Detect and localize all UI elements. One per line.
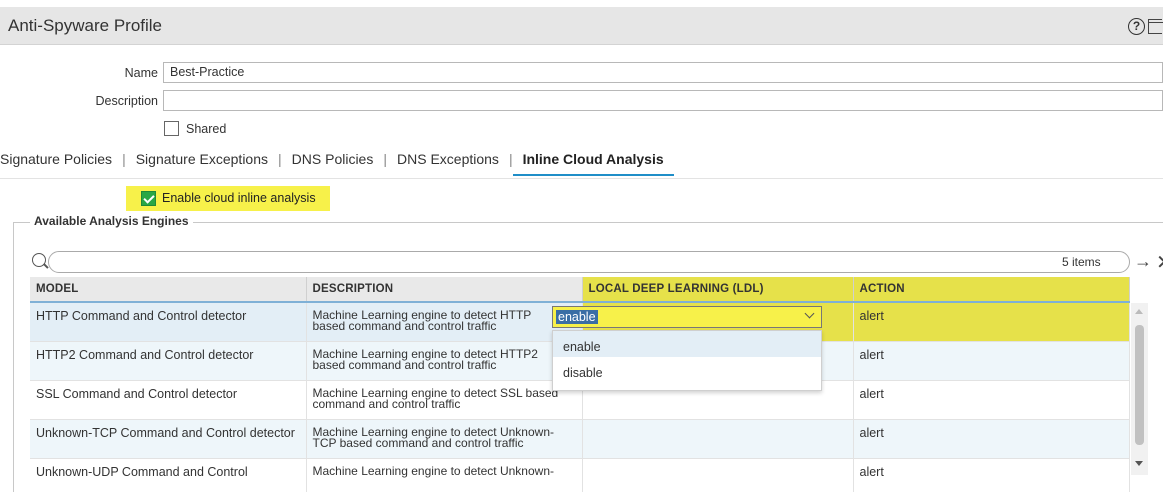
cell-model: HTTP2 Command and Control detector <box>30 341 307 381</box>
chevron-down-icon[interactable] <box>804 308 815 319</box>
col-header-model[interactable]: MODEL <box>30 277 307 302</box>
tab-signature-exceptions[interactable]: Signature Exceptions <box>126 150 278 176</box>
tab-dns-exceptions[interactable]: DNS Exceptions <box>387 150 509 176</box>
cell-model: SSL Command and Control detector <box>30 380 307 420</box>
desc-line: Machine Learning engine to detect Unknow… <box>312 463 555 478</box>
desc-line: command and control traffic <box>312 396 461 411</box>
desc-line: TCP based command and control traffic <box>312 435 524 450</box>
enable-cloud-inline-label: Enable cloud inline analysis <box>162 191 316 205</box>
name-label: Name <box>124 66 158 80</box>
cell-model: Unknown-TCP Command and Control detector <box>30 419 307 459</box>
cell-model: Unknown-UDP Command and Control <box>30 458 307 492</box>
cell-action[interactable]: alert <box>853 341 1130 381</box>
scroll-up-icon[interactable] <box>1135 309 1143 314</box>
table-filter-bar: 5 items → ✕ <box>30 250 1163 274</box>
cell-description: Machine Learning engine to detect SSL ba… <box>306 380 583 420</box>
name-field[interactable]: Best-Practice <box>163 62 1163 83</box>
tabs-divider <box>0 178 1163 179</box>
scroll-down-icon[interactable] <box>1135 461 1143 466</box>
cell-description: Machine Learning engine to detect HTTP ba… <box>306 301 583 342</box>
description-field[interactable] <box>163 90 1163 111</box>
maximize-icon[interactable] <box>1148 19 1163 34</box>
shared-checkbox[interactable] <box>164 121 179 136</box>
table-scrollbar[interactable] <box>1131 303 1148 475</box>
window-titlebar: Anti-Spyware Profile ? <box>0 7 1163 45</box>
desc-line: based command and control traffic <box>312 319 497 333</box>
cell-description: Machine Learning engine to detect Unknow… <box>306 419 583 459</box>
tab-inline-cloud-analysis[interactable]: Inline Cloud Analysis <box>512 150 674 176</box>
search-icon <box>32 253 46 267</box>
cell-action[interactable]: alert <box>853 301 1130 342</box>
cell-ldl[interactable] <box>582 458 854 492</box>
search-input[interactable] <box>48 251 1130 273</box>
tab-dns-policies[interactable]: DNS Policies <box>282 150 384 176</box>
tab-bar: Signature Policies | Signature Exception… <box>0 150 674 178</box>
enable-cloud-inline-highlight: Enable cloud inline analysis <box>126 186 330 211</box>
ldl-option-disable[interactable]: disable <box>553 357 821 383</box>
col-header-description[interactable]: DESCRIPTION <box>306 277 583 302</box>
description-label: Description <box>95 94 158 108</box>
cell-action[interactable]: alert <box>853 458 1130 492</box>
cell-ldl[interactable] <box>582 419 854 459</box>
table-row[interactable]: Unknown-UDP Command and Control Machine … <box>30 458 1130 492</box>
shared-label: Shared <box>186 122 227 136</box>
ldl-selected-value: enable <box>556 310 598 324</box>
ldl-dropdown-menu: enable disable <box>552 330 822 391</box>
tab-signature-policies[interactable]: Signature Policies <box>0 150 122 176</box>
cell-action[interactable]: alert <box>853 419 1130 459</box>
table-header-row: MODEL DESCRIPTION LOCAL DEEP LEARNING (L… <box>30 277 1130 302</box>
cell-description: Machine Learning engine to detect Unknow… <box>306 458 583 492</box>
cell-description: Machine Learning engine to detect HTTP2 b… <box>306 341 583 381</box>
help-icon[interactable]: ? <box>1128 18 1145 35</box>
items-count: 5 items <box>1062 255 1101 269</box>
col-header-action[interactable]: ACTION <box>853 277 1130 302</box>
desc-line: based command and control traffic <box>312 357 497 372</box>
cell-action[interactable]: alert <box>853 380 1130 420</box>
analysis-engines-title: Available Analysis Engines <box>30 214 193 228</box>
col-header-ldl[interactable]: LOCAL DEEP LEARNING (LDL) <box>582 277 854 302</box>
apply-filter-icon[interactable]: → <box>1134 251 1152 272</box>
table-row[interactable]: Unknown-TCP Command and Control detector… <box>30 419 1130 459</box>
enable-cloud-inline-checkbox[interactable] <box>141 191 156 206</box>
clear-filter-icon[interactable]: ✕ <box>1156 250 1163 275</box>
ldl-option-enable[interactable]: enable <box>553 331 821 357</box>
scroll-thumb[interactable] <box>1135 325 1144 445</box>
cell-model: HTTP Command and Control detector <box>30 301 307 342</box>
ldl-select[interactable]: enable <box>552 306 822 328</box>
window-title: Anti-Spyware Profile <box>8 16 163 35</box>
